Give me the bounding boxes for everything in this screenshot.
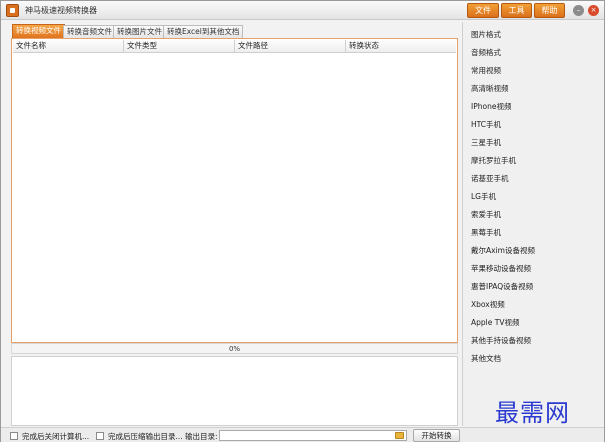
- sidebar-item-apple-tv[interactable]: Apple TV视频: [471, 317, 519, 328]
- column-file-path[interactable]: 文件路径: [235, 40, 346, 52]
- file-list[interactable]: 文件名称 文件类型 文件路径 转换状态: [11, 38, 458, 343]
- format-sidebar: 图片格式 音频格式 常用视频 高清晰视频 IPhone视频 HTC手机 三星手机…: [462, 22, 604, 426]
- sidebar-item-iphone[interactable]: IPhone视频: [471, 101, 511, 112]
- sidebar-item-nokia[interactable]: 诺基亚手机: [471, 173, 509, 184]
- sidebar-item-hd-video[interactable]: 高清晰视频: [471, 83, 509, 94]
- tab-convert-video[interactable]: 转换视频文件: [12, 24, 65, 38]
- column-file-name[interactable]: 文件名称: [13, 40, 124, 52]
- shutdown-checkbox[interactable]: [10, 432, 18, 440]
- bottom-bar: 完成后关闭计算机... 完成后压缩输出目录... 输出目录: 开始转换: [1, 427, 604, 442]
- progress-label: 0%: [228, 345, 241, 353]
- sidebar-item-image-format[interactable]: 图片格式: [471, 29, 501, 40]
- sidebar-item-hp-ipaq[interactable]: 惠普IPAQ设备视频: [471, 281, 533, 292]
- app-window: 神马极速视频转换器 文件 工具 帮助 – × 转换视频文件 转换音频文件 转换图…: [0, 0, 605, 442]
- output-dir-input[interactable]: [219, 430, 407, 441]
- sidebar-item-apple-mobile[interactable]: 苹果移动设备视频: [471, 263, 531, 274]
- progress-bar: 0%: [11, 343, 458, 354]
- shutdown-label: 完成后关闭计算机...: [22, 432, 90, 441]
- sidebar-item-lg[interactable]: LG手机: [471, 191, 496, 202]
- sidebar-item-motorola[interactable]: 摩托罗拉手机: [471, 155, 516, 166]
- sidebar-item-htc[interactable]: HTC手机: [471, 119, 501, 130]
- help-menu-label: 帮助: [541, 6, 558, 15]
- column-status[interactable]: 转换状态: [346, 40, 456, 52]
- folder-icon[interactable]: [395, 432, 404, 439]
- tab-convert-excel[interactable]: 转换Excel到其他文档: [163, 25, 244, 38]
- help-menu-button[interactable]: 帮助: [534, 3, 565, 25]
- file-menu-button[interactable]: 文件: [467, 3, 499, 25]
- title-bar: 神马极速视频转换器 文件 工具 帮助 – ×: [1, 1, 604, 25]
- sidebar-item-audio-format[interactable]: 音频格式: [471, 47, 501, 58]
- sidebar-item-dell-axim[interactable]: 戴尔Axim设备视频: [471, 245, 535, 256]
- window-title: 神马极速视频转换器: [25, 6, 97, 15]
- tools-menu-button[interactable]: 工具: [501, 3, 532, 25]
- watermark: 最需网: [495, 399, 570, 427]
- file-list-header: 文件名称 文件类型 文件路径 转换状态: [13, 40, 456, 53]
- tools-menu-label: 工具: [508, 6, 525, 15]
- minimize-icon: –: [576, 6, 581, 14]
- minimize-button[interactable]: –: [573, 5, 584, 16]
- tab-convert-image[interactable]: 转换图片文件: [113, 25, 166, 38]
- sidebar-item-xbox[interactable]: Xbox视频: [471, 299, 505, 310]
- app-logo-icon: [6, 4, 19, 17]
- close-icon: ×: [590, 6, 597, 14]
- tab-convert-audio[interactable]: 转换音频文件: [63, 25, 116, 38]
- sidebar-item-samsung[interactable]: 三星手机: [471, 137, 501, 148]
- close-button[interactable]: ×: [588, 5, 599, 16]
- file-menu-label: 文件: [475, 6, 491, 15]
- log-panel[interactable]: [11, 356, 458, 426]
- output-dir-label: 输出目录:: [185, 432, 218, 441]
- column-file-type[interactable]: 文件类型: [124, 40, 235, 52]
- compress-output-checkbox[interactable]: [96, 432, 104, 440]
- sidebar-item-other-handheld[interactable]: 其他手持设备视频: [471, 335, 531, 346]
- sidebar-item-blackberry[interactable]: 黑莓手机: [471, 227, 501, 238]
- sidebar-item-sony-ericsson[interactable]: 索爱手机: [471, 209, 501, 220]
- sidebar-item-other-docs[interactable]: 其他文档: [471, 353, 501, 364]
- sidebar-item-common-video[interactable]: 常用视频: [471, 65, 501, 76]
- start-convert-button[interactable]: 开始转换: [413, 429, 460, 442]
- compress-output-label: 完成后压缩输出目录...: [108, 432, 183, 441]
